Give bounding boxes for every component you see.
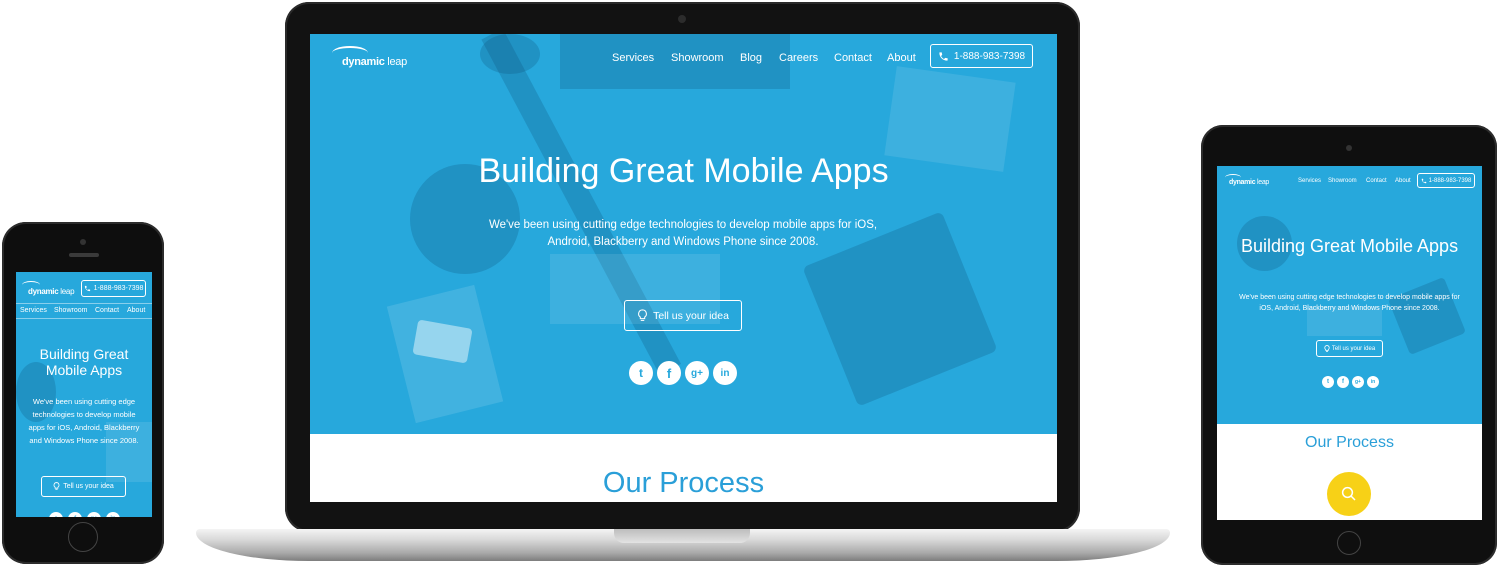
phone-number: 1-888-983-7398 <box>1428 177 1472 184</box>
phone-button[interactable]: 1-888-983-7398 <box>930 44 1033 68</box>
google-plus-icon[interactable]: g+ <box>1352 376 1364 388</box>
process-title: Our Process <box>602 467 765 499</box>
nav-item-about[interactable]: About <box>127 307 145 314</box>
nav-item-showroom[interactable]: Showroom <box>1328 178 1357 184</box>
phone-number: 1-888-983-7398 <box>93 285 144 292</box>
nav-item-contact[interactable]: Contact <box>834 52 872 64</box>
hero-subtitle: We've been using cutting edge technologi… <box>488 219 878 248</box>
nav-item-services[interactable]: Services <box>612 52 654 64</box>
phone-button[interactable]: 1-888-983-7398 <box>1417 173 1475 188</box>
logo-bold-text: dynamic <box>1229 179 1256 186</box>
phone-icon <box>1421 178 1426 183</box>
nav-divider <box>16 303 152 304</box>
lightbulb-icon <box>1324 344 1330 352</box>
tablet-deco-tablet <box>1387 276 1467 356</box>
facebook-icon[interactable]: f <box>657 361 681 385</box>
nav-item-about[interactable]: About <box>1395 178 1411 184</box>
laptop-screen: dynamic leap Services Showroom Blog Care… <box>310 34 1057 502</box>
phone-button[interactable]: 1-888-983-7398 <box>81 280 146 297</box>
phone-camera <box>80 239 86 245</box>
laptop-camera <box>678 15 686 23</box>
cup-shape <box>480 34 540 74</box>
nav-item-contact[interactable]: Contact <box>95 307 119 314</box>
twitter-icon[interactable]: t <box>49 512 63 517</box>
logo-bold-text: dynamic <box>342 56 385 68</box>
facebook-icon[interactable]: f <box>68 512 82 517</box>
linkedin-icon[interactable]: in <box>1367 376 1379 388</box>
tablet-screen: dynamic leap Services Showroom Contact A… <box>1217 166 1482 520</box>
nav-item-blog[interactable]: Blog <box>740 52 762 64</box>
google-plus-icon[interactable]: g+ <box>685 361 709 385</box>
logo-light-text: leap <box>1256 179 1270 186</box>
hero-title: Building Great Mobile Apps <box>39 346 129 378</box>
phone-home-button <box>68 522 98 552</box>
nav-item-services[interactable]: Services <box>1298 178 1321 184</box>
logo[interactable]: dynamic leap <box>28 287 75 296</box>
tell-us-idea-button[interactable]: Tell us your idea <box>1316 340 1383 357</box>
logo[interactable]: dynamic leap <box>342 56 407 68</box>
google-plus-icon[interactable]: g+ <box>87 512 101 517</box>
nav-divider <box>16 318 152 319</box>
hero-title: Building Great Mobile Apps <box>478 152 889 190</box>
process-search-button[interactable] <box>1327 472 1371 516</box>
hero-subtitle: We've been using cutting edge technologi… <box>28 397 140 445</box>
tell-us-idea-button[interactable]: Tell us your idea <box>624 300 742 331</box>
logo[interactable]: dynamic leap <box>1229 179 1269 186</box>
tell-us-idea-button[interactable]: Tell us your idea <box>41 476 126 497</box>
hero-title: Building Great Mobile Apps <box>1240 236 1459 256</box>
logo-bold-text: dynamic <box>28 287 59 296</box>
nav-item-showroom[interactable]: Showroom <box>671 52 724 64</box>
phone-icon <box>84 285 90 292</box>
nav-item-showroom[interactable]: Showroom <box>54 307 87 314</box>
tablet-home-button <box>1337 531 1361 555</box>
phone-icon <box>939 51 948 61</box>
phone-speaker <box>69 253 99 257</box>
cta-label: Tell us your idea <box>1331 345 1376 352</box>
linkedin-icon[interactable]: in <box>106 512 120 517</box>
phone-screen: dynamic leap 1-888-983-7398 Services Sho… <box>16 272 152 517</box>
twitter-icon[interactable]: t <box>1322 376 1334 388</box>
lightbulb-icon <box>53 482 60 490</box>
hero-section: dynamic leap Services Showroom Contact A… <box>1217 166 1482 424</box>
twitter-icon[interactable]: t <box>629 361 653 385</box>
linkedin-icon[interactable]: in <box>713 361 737 385</box>
cta-label: Tell us your idea <box>653 309 729 322</box>
search-icon <box>1341 486 1356 501</box>
nav-item-about[interactable]: About <box>887 52 916 64</box>
logo-light-text: leap <box>387 56 407 68</box>
logo-light-text: leap <box>60 287 75 296</box>
hero-subtitle: We've been using cutting edge technologi… <box>1239 294 1460 312</box>
nav-item-contact[interactable]: Contact <box>1366 178 1387 184</box>
cta-label: Tell us your idea <box>63 483 114 490</box>
nav-item-services[interactable]: Services <box>20 307 47 314</box>
phone-number: 1-888-983-7398 <box>953 50 1026 62</box>
tablet-camera <box>1346 145 1352 151</box>
laptop-notch <box>614 529 750 543</box>
nav-item-careers[interactable]: Careers <box>779 52 818 64</box>
lightbulb-icon <box>638 308 647 321</box>
facebook-icon[interactable]: f <box>1337 376 1349 388</box>
process-title: Our Process <box>1305 434 1394 451</box>
hero-section: dynamic leap Services Showroom Blog Care… <box>310 34 1057 434</box>
